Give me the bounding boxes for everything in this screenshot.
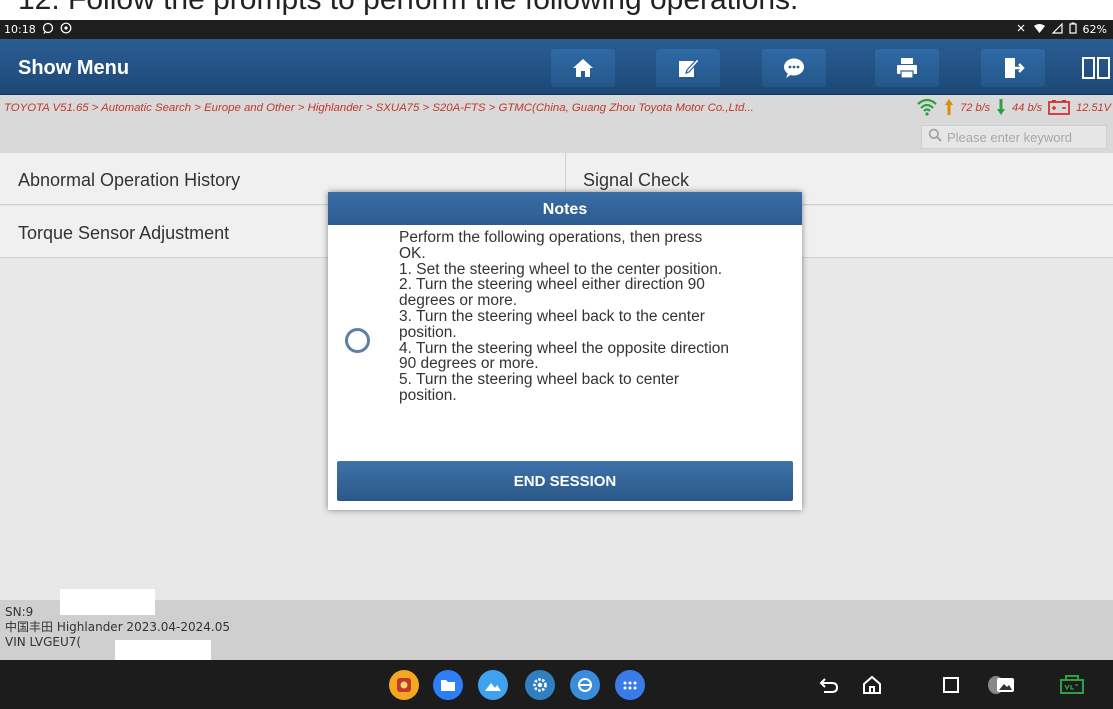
page-title: Show Menu <box>18 57 130 79</box>
dialog-title: Notes <box>328 192 802 225</box>
home-button[interactable] <box>551 49 615 87</box>
instruction-line: OK. <box>399 244 426 262</box>
dual-pane-button[interactable] <box>1081 56 1111 80</box>
files-app-icon[interactable] <box>433 670 463 700</box>
print-button[interactable] <box>875 49 939 87</box>
battery-level: 62% <box>1082 23 1107 36</box>
vehicle-model: 中国丰田 Highlander 2023.04-2024.05 <box>5 620 231 634</box>
end-session-button[interactable]: END SESSION <box>337 461 793 501</box>
recents-icon[interactable] <box>938 672 964 698</box>
home-icon <box>573 59 593 77</box>
instruction-line: 3. Turn the steering wheel back to the c… <box>399 307 705 325</box>
battery-icon <box>1068 22 1077 37</box>
instruction-line: Perform the following operations, then p… <box>399 229 703 246</box>
instruction-line: position. <box>399 386 457 404</box>
instruction-line: degrees or more. <box>399 292 518 310</box>
redaction-mask <box>60 589 155 615</box>
instruction-line: position. <box>399 323 457 341</box>
breadcrumb: TOYOTA V51.65 > Automatic Search > Europ… <box>4 102 754 114</box>
back-icon[interactable] <box>816 672 842 698</box>
search-input[interactable] <box>947 129 1107 145</box>
instruction-line: 4. Turn the steering wheel the opposite … <box>399 339 730 357</box>
battery-voltage: 12.51V <box>1076 102 1111 114</box>
instruction-line: 5. Turn the steering wheel back to cente… <box>399 371 680 389</box>
dialog-body: Perform the following operations, then p… <box>328 225 802 456</box>
vci-icon[interactable] <box>1058 672 1086 698</box>
settings-app-icon[interactable] <box>525 670 555 700</box>
message-icon <box>42 22 54 37</box>
notes-dialog: Notes Perform the following operations, … <box>328 192 802 510</box>
app-header: Show Menu <box>0 39 1113 95</box>
search-box[interactable] <box>921 125 1107 149</box>
connection-status: 72 b/s 44 b/s 12.51V <box>916 95 1113 121</box>
car-battery-icon <box>1048 99 1071 118</box>
chat-button[interactable] <box>762 49 826 87</box>
exit-button[interactable] <box>981 49 1045 87</box>
chat-icon <box>784 58 804 78</box>
page-caption: 12. Follow the prompts to perform the fo… <box>0 0 1113 20</box>
exit-icon <box>1005 58 1025 78</box>
search-row <box>0 121 1113 153</box>
breadcrumb-bar: TOYOTA V51.65 > Automatic Search > Europ… <box>0 95 1113 121</box>
system-navigation-bar <box>0 660 1113 709</box>
edit-report-button[interactable] <box>656 49 720 87</box>
signal-icon <box>1051 22 1063 37</box>
search-icon <box>928 128 942 147</box>
edit-report-icon <box>679 58 700 77</box>
download-arrow-icon <box>996 98 1006 119</box>
home-nav-icon[interactable] <box>859 672 885 698</box>
gallery-app-icon[interactable] <box>478 670 508 700</box>
print-icon <box>897 58 917 79</box>
app-drawer-icon[interactable] <box>615 670 645 700</box>
upload-arrow-icon <box>944 98 954 119</box>
instruction-line: 1. Set the steering wheel to the center … <box>399 260 723 278</box>
download-rate: 44 b/s <box>1012 102 1043 114</box>
wifi-status-icon <box>1033 23 1046 37</box>
settings-badge-icon <box>60 22 72 37</box>
dual-pane-icon <box>1082 57 1110 79</box>
status-bar: 10:18 62% <box>0 20 1113 39</box>
clock: 10:18 <box>4 23 36 36</box>
instruction-line: 2. Turn the steering wheel either direct… <box>399 276 705 294</box>
screenshot-icon[interactable] <box>988 672 1018 698</box>
mute-icon <box>1015 22 1027 37</box>
browser-app-icon[interactable] <box>570 670 600 700</box>
radio-button[interactable] <box>345 328 370 353</box>
record-app-icon[interactable] <box>389 670 419 700</box>
serial-number: SN:9 <box>5 605 34 619</box>
instruction-text: Perform the following operations, then p… <box>399 230 794 404</box>
upload-rate: 72 b/s <box>960 102 991 114</box>
wifi-icon <box>916 98 938 119</box>
instruction-line: 90 degrees or more. <box>399 355 539 373</box>
